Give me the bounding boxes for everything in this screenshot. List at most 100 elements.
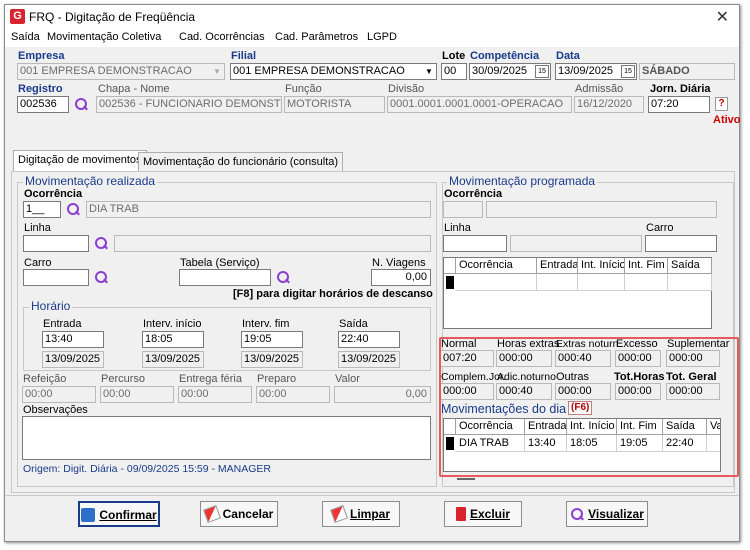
- lote-input[interactable]: 00: [441, 63, 467, 80]
- prog-carro-input[interactable]: [645, 235, 717, 252]
- view-button[interactable]: Visualizar: [566, 501, 648, 527]
- clear-button[interactable]: Limpar: [322, 501, 400, 527]
- ocorrencia-desc: DIA TRAB: [86, 201, 431, 218]
- close-icon[interactable]: ✕: [716, 7, 729, 27]
- linha-input[interactable]: [23, 235, 89, 252]
- menu-lgpd[interactable]: LGPD: [367, 31, 397, 43]
- delete-button[interactable]: Excluir: [444, 501, 522, 527]
- tabela-input[interactable]: [179, 269, 271, 286]
- registro-input[interactable]: 002536: [17, 96, 69, 113]
- help-icon[interactable]: ?: [715, 97, 728, 111]
- search-icon[interactable]: [276, 270, 290, 284]
- weekday-field: SÁBADO: [639, 63, 735, 80]
- prog-ocorrencia-input: [443, 201, 483, 218]
- prog-ocorrencia-label: Ocorrência: [444, 188, 503, 200]
- calendar-icon[interactable]: 15: [535, 65, 549, 78]
- save-icon: [81, 508, 96, 522]
- table-header: Int. Fim: [625, 258, 668, 274]
- refeicao-label: Refeição: [23, 373, 67, 385]
- table-cell[interactable]: [578, 274, 625, 291]
- valor-label: Valor: [335, 373, 360, 385]
- divider: [5, 495, 739, 496]
- menu-saida[interactable]: Saída: [11, 31, 40, 43]
- prog-ocorrencia-desc: [486, 201, 717, 218]
- ocorrencia-input[interactable]: 1__: [23, 201, 61, 218]
- carro-input[interactable]: [23, 269, 89, 286]
- menu-cad-parametros[interactable]: Cad. Parâmetros: [275, 31, 358, 43]
- lote-label: Lote: [442, 50, 466, 62]
- jornada-field[interactable]: 07:20: [648, 96, 710, 113]
- interv-fim-label: Interv. fim: [242, 318, 290, 330]
- empresa-select[interactable]: 001 EMPRESA DEMONSTRACAO ▼: [17, 63, 225, 80]
- search-icon[interactable]: [66, 202, 80, 216]
- chevron-down-icon: ▼: [425, 67, 433, 76]
- preparo-label: Preparo: [257, 373, 297, 385]
- menu-cad-ocorrencias[interactable]: Cad. Ocorrências: [179, 31, 265, 43]
- filial-select[interactable]: 001 EMPRESA DEMONSTRACAO ▼: [230, 63, 437, 80]
- search-icon[interactable]: [94, 236, 108, 250]
- programada-table: Ocorrência Entrada Int. Início Int. Fim …: [443, 257, 712, 329]
- programada-title: Movimentação programada: [447, 174, 598, 188]
- confirm-button[interactable]: Confirmar: [78, 501, 160, 527]
- menu-mov-coletiva[interactable]: Movimentação Coletiva: [47, 31, 161, 43]
- interv-fim-date: 13/09/2025: [241, 351, 303, 368]
- search-icon[interactable]: [94, 270, 108, 284]
- table-cell[interactable]: [668, 274, 712, 291]
- prog-linha-input[interactable]: [443, 235, 507, 252]
- status-badge: Ativo: [713, 114, 741, 126]
- f8-hint: [F8] para digitar horários de descanso: [233, 288, 433, 300]
- table-header: Int. Início: [578, 258, 625, 274]
- tab-digitacao[interactable]: Digitação de movimentos: [13, 150, 147, 171]
- interv-ini-input[interactable]: 18:05: [142, 331, 204, 348]
- obs-label: Observações: [23, 404, 88, 416]
- viagens-input[interactable]: 0,00: [371, 269, 431, 286]
- table-cell[interactable]: [456, 274, 537, 291]
- prog-linha-desc: [510, 235, 642, 252]
- saida-input[interactable]: 22:40: [338, 331, 400, 348]
- interv-ini-date: 13/09/2025: [142, 351, 204, 368]
- saida-date: 13/09/2025: [338, 351, 400, 368]
- empresa-label: Empresa: [18, 50, 65, 62]
- highlight-box: [439, 337, 739, 477]
- entrega-label: Entrega féria: [179, 373, 242, 385]
- menu-bar: Saída Movimentação Coletiva Cad. Ocorrên…: [5, 29, 739, 47]
- eraser-icon: [202, 505, 221, 523]
- interv-fim-input[interactable]: 19:05: [241, 331, 303, 348]
- table-header: Entrada: [537, 258, 578, 274]
- table-header-indicator: [444, 258, 456, 274]
- table-cell[interactable]: [537, 274, 578, 291]
- entrada-label: Entrada: [43, 318, 82, 330]
- cancel-button[interactable]: Cancelar: [200, 501, 278, 527]
- chapa-field: 002536 - FUNCIONARIO DEMONSTRAC: [96, 96, 282, 113]
- entrega-input: 00:00: [178, 386, 252, 403]
- competencia-label: Competência: [470, 50, 540, 62]
- window-title: FRQ - Digitação de Freqüência: [29, 10, 196, 24]
- row-indicator: [446, 276, 454, 289]
- ocorrencia-label: Ocorrência: [24, 188, 83, 200]
- calendar-icon[interactable]: 15: [621, 65, 635, 78]
- eraser-icon: [330, 505, 348, 523]
- funcao-label: Função: [285, 83, 322, 95]
- preparo-input: 00:00: [256, 386, 330, 403]
- valor-input: 0,00: [334, 386, 431, 403]
- tabela-label: Tabela (Serviço): [180, 257, 260, 269]
- entrada-input[interactable]: 13:40: [42, 331, 104, 348]
- horario-title: Horário: [29, 299, 73, 313]
- main-window: G FRQ - Digitação de Freqüência ✕ Saída …: [4, 4, 741, 542]
- competencia-input[interactable]: 30/09/2025 15: [469, 63, 551, 80]
- admissao-field: 16/12/2020: [574, 96, 644, 113]
- scrollbar[interactable]: [457, 478, 475, 480]
- data-input[interactable]: 13/09/2025 15: [555, 63, 637, 80]
- funcao-field: MOTORISTA: [284, 96, 385, 113]
- linha-desc: [114, 235, 431, 252]
- chapa-label: Chapa - Nome: [98, 83, 170, 95]
- search-icon[interactable]: [74, 97, 88, 111]
- title-bar: G FRQ - Digitação de Freqüência ✕: [5, 5, 739, 29]
- chevron-down-icon: ▼: [213, 67, 221, 76]
- origem-text: Origem: Digit. Diária - 09/09/2025 15:59…: [23, 463, 272, 475]
- obs-textarea[interactable]: [22, 416, 431, 460]
- divisao-field: 0001.0001.0001.0001-OPERACAO: [387, 96, 572, 113]
- viagens-label: N. Viagens: [372, 257, 426, 269]
- table-cell[interactable]: [625, 274, 668, 291]
- tab-consulta[interactable]: Movimentação do funcionário (consulta): [138, 152, 344, 172]
